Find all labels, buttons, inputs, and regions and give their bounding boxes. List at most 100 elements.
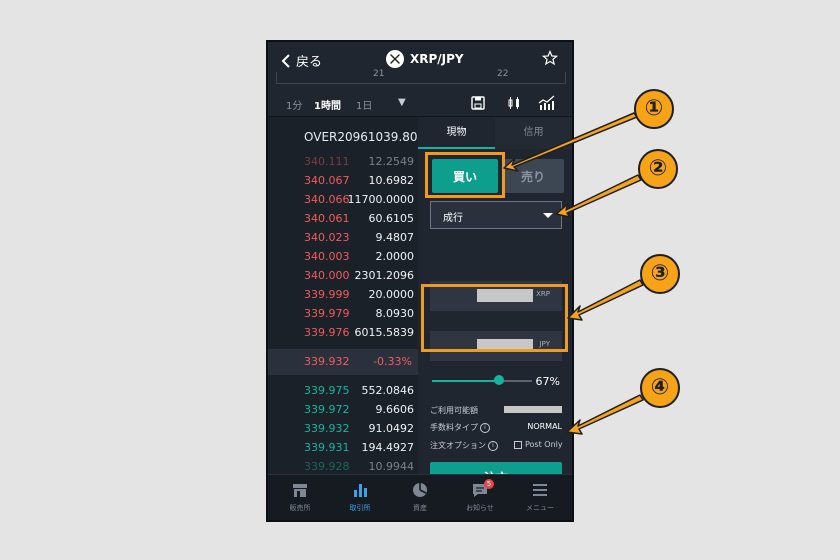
over-volume: OVER20961039.8060 [304,130,433,144]
ask-row[interactable]: 340.023 9.4807 [268,231,418,249]
axis-label: 22 [497,69,509,79]
post-only-label: Post Only [525,440,563,449]
bar-chart-icon [354,484,367,497]
ask-row[interactable]: 340.000 2301.2096 [268,269,418,287]
ask-price: 339.979 [304,307,350,320]
notification-badge: 5 [484,479,494,489]
orderbook: OVER20961039.8060 340.111 12.2549 340.067… [268,117,433,477]
order-type-select[interactable]: 成行 [430,201,562,229]
ask-price: 339.999 [304,288,350,301]
bid-price: 339.975 [304,384,350,397]
checkbox-icon [514,440,522,449]
fee-type-text: 手数料タイプ [430,423,478,432]
sell-button[interactable]: 売り [502,159,564,193]
back-button[interactable]: 戻る [280,51,322,70]
ask-qty: 6015.5839 [354,326,415,339]
ask-qty: 11700.0000 [347,193,414,206]
pair-label: XRP/JPY [410,52,464,66]
star-icon[interactable] [542,50,558,66]
nav-item-shop[interactable]: 販売所 [270,481,330,513]
save-icon[interactable] [470,95,486,111]
bid-row[interactable]: 339.975 552.0846 [268,384,418,402]
bid-row[interactable]: 339.972 9.6606 [268,403,418,421]
back-label: 戻る [296,55,323,70]
indicator-icon[interactable] [538,95,556,111]
timeframe-dropdown-icon[interactable]: ▼ [398,97,406,108]
bid-qty: 10.9944 [368,460,415,473]
ask-row[interactable]: 340.003 2.0000 [268,250,418,268]
slider-knob[interactable] [494,375,504,385]
price-change: -0.33% [373,355,412,368]
nav-label: メニュー [526,504,554,512]
phone-screen: 戻る XRP/JPY 21 22 1分 1時間 1日 ▼ OVER2096103… [266,40,574,522]
highlight-amount [421,284,568,352]
xrp-logo-icon [386,50,404,68]
bid-price: 339.931 [304,441,350,454]
bid-price: 339.932 [304,422,350,435]
bid-row[interactable]: 339.931 194.4927 [268,441,418,459]
ask-qty: 12.2549 [368,155,415,168]
ask-row[interactable]: 339.976 6015.5839 [268,326,418,344]
last-price-band: 339.932 -0.33% [268,349,418,375]
bid-price: 339.972 [304,403,350,416]
order-option-text: 注文オプション [430,441,486,450]
ask-price: 340.023 [304,231,350,244]
ask-qty: 20.0000 [368,288,415,301]
nav-item-assets[interactable]: 資産 [390,481,450,513]
timeframe-1d[interactable]: 1日 [356,97,372,112]
chart-axis-strip: 21 22 [276,69,566,84]
ask-row[interactable]: 340.067 10.6982 [268,174,418,192]
bid-qty: 194.4927 [361,441,415,454]
timeframe-1h[interactable]: 1時間 [314,97,341,112]
fee-type-value: NORMAL [527,422,562,431]
order-option-label: 注文オプション i [430,440,498,451]
bid-qty: 552.0846 [361,384,415,397]
post-only-checkbox[interactable]: Post Only [514,440,563,449]
ask-row[interactable]: 340.066 11700.0000 [268,193,418,211]
nav-label: 資産 [413,504,427,512]
info-icon[interactable]: i [488,440,498,451]
step-marker-2: ② [638,149,678,189]
info-icon[interactable]: i [480,422,490,433]
ask-price: 340.003 [304,250,350,263]
slider-percent: 67% [535,375,560,388]
nav-label: 販売所 [289,504,311,512]
ask-qty: 60.6105 [368,212,415,225]
available-amount-masked [504,406,562,413]
ask-qty: 2.0000 [375,250,415,263]
candlestick-icon[interactable] [506,95,522,111]
ask-row[interactable]: 339.979 8.0930 [268,307,418,325]
tab-spot[interactable]: 現物 [418,117,495,149]
step-marker-3: ③ [640,254,680,294]
bid-row[interactable]: 339.932 91.0492 [268,422,418,440]
nav-item-exchange[interactable]: 取引所 [330,481,390,513]
ask-price: 340.000 [304,269,350,282]
nav-item-menu[interactable]: メニュー [510,481,570,513]
ask-row[interactable]: 340.061 60.6105 [268,212,418,230]
ask-price: 339.976 [304,326,350,339]
nav-item-news[interactable]: 5 お知らせ [450,479,510,513]
shop-icon [293,484,307,497]
bid-qty: 91.0492 [368,422,415,435]
ask-qty: 8.0930 [375,307,415,320]
pie-chart-icon [413,483,427,497]
order-tabs: 現物 信用 [418,117,572,149]
step-marker-1: ① [634,89,674,129]
amount-slider[interactable] [432,375,532,385]
ask-qty: 9.4807 [375,231,415,244]
ask-price: 340.111 [304,155,350,168]
nav-label: 取引所 [349,504,371,512]
ask-row[interactable]: 340.111 12.2549 [268,155,418,173]
available-amount-label: ご利用可能額 [430,406,478,415]
ask-qty: 10.6982 [368,174,415,187]
tab-margin[interactable]: 信用 [495,117,572,149]
timeframe-bar: 1分 1時間 1日 ▼ [268,92,572,114]
ask-price: 340.061 [304,212,350,225]
order-type-value: 成行 [443,213,463,224]
nav-label: お知らせ [466,504,494,512]
ask-price: 340.067 [304,174,350,187]
highlight-buy [425,152,505,198]
ask-row[interactable]: 339.999 20.0000 [268,288,418,306]
ask-qty: 2301.2096 [354,269,415,282]
timeframe-1m[interactable]: 1分 [286,97,302,112]
